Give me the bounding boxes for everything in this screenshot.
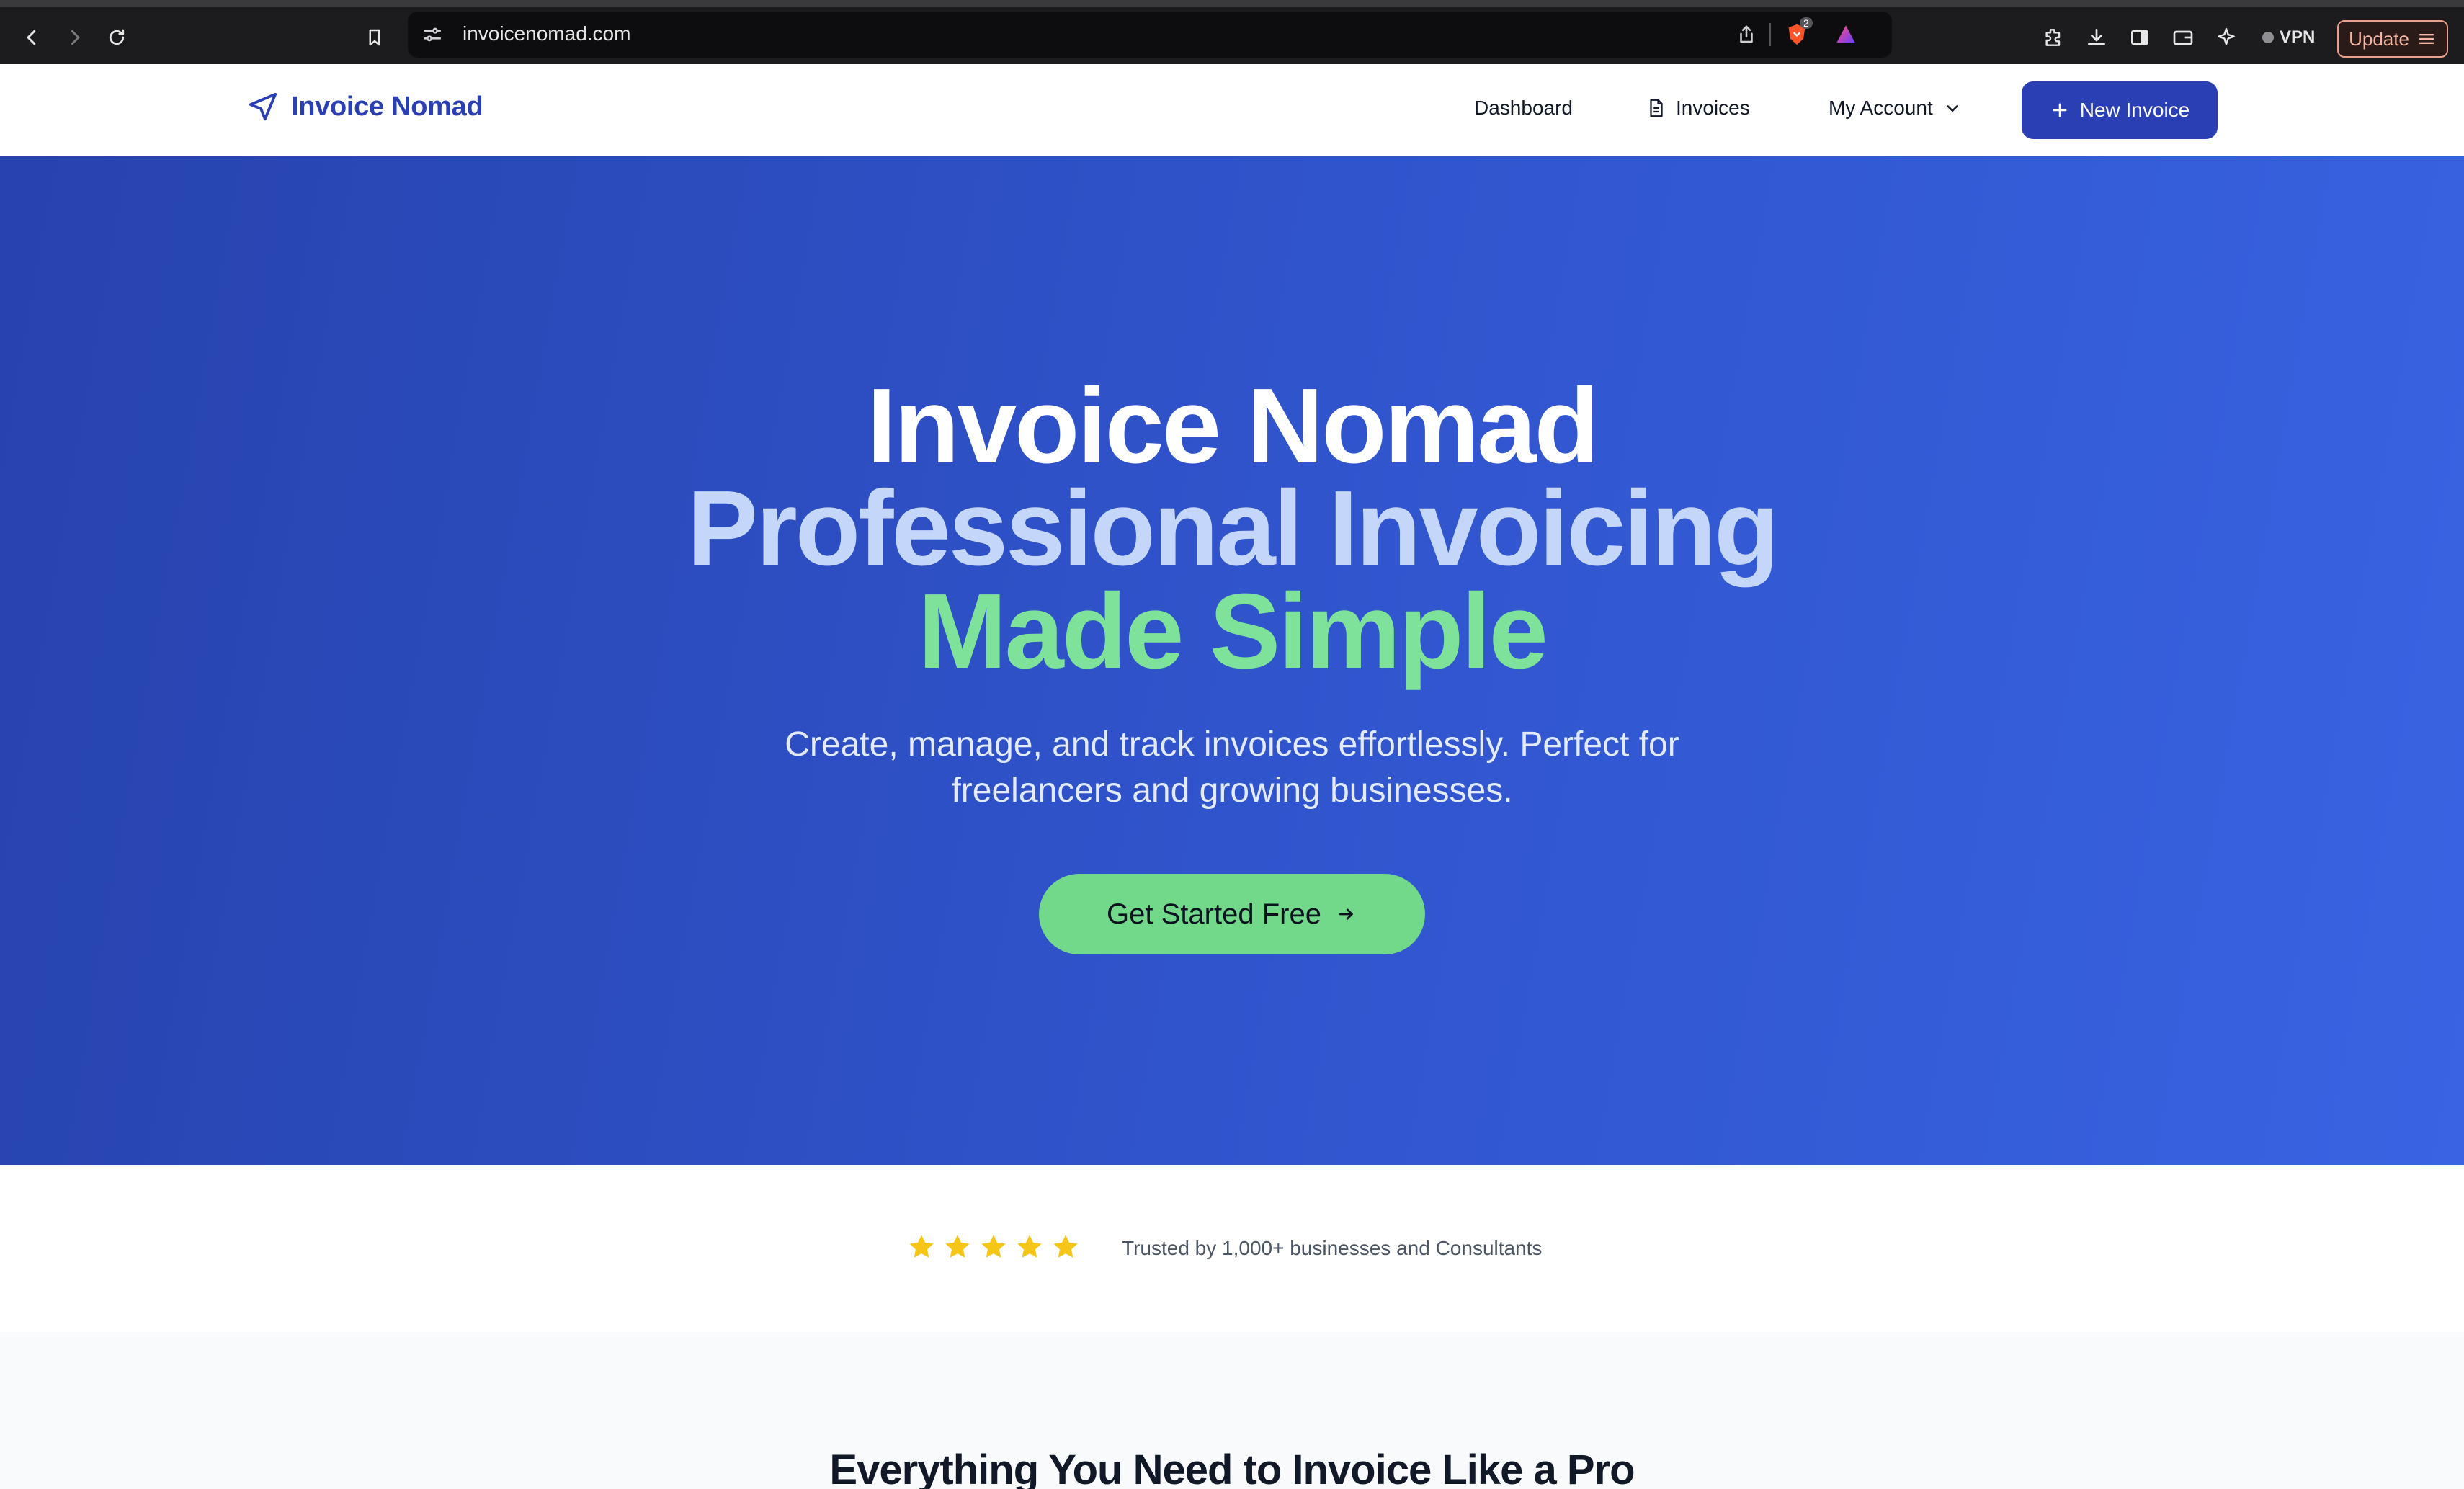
- get-started-label: Get Started Free: [1107, 898, 1321, 930]
- nav-dashboard-label: Dashboard: [1474, 97, 1573, 119]
- brand-logo-link[interactable]: Invoice Nomad: [246, 90, 483, 123]
- forward-button[interactable]: [59, 22, 91, 53]
- url-text: invoicenomad.com: [463, 22, 631, 45]
- update-label: Update: [2349, 27, 2409, 50]
- wallet-icon: [2173, 30, 2193, 45]
- hamburger-menu-icon: [2419, 34, 2434, 44]
- reload-icon: [109, 29, 125, 45]
- reload-button[interactable]: [101, 22, 133, 53]
- new-invoice-label: New Invoice: [2079, 99, 2190, 121]
- chevron-right-icon: [71, 30, 80, 45]
- send-arrow-icon: [249, 92, 277, 121]
- trust-text: Trusted by 1,000+ businesses and Consult…: [1122, 1237, 1543, 1259]
- star-icon: [1017, 1235, 1042, 1258]
- vpn-button[interactable]: VPN: [2255, 23, 2322, 52]
- sidebar-button[interactable]: [2125, 23, 2154, 52]
- site-settings-icon[interactable]: [421, 23, 444, 46]
- vpn-label: VPN: [2280, 27, 2316, 47]
- download-icon: [2088, 29, 2105, 45]
- leo-ai-button[interactable]: [2212, 23, 2241, 52]
- hero-subtitle: Create, manage, and track invoices effor…: [785, 725, 1679, 810]
- features-title: Everything You Need to Invoice Like a Pr…: [829, 1446, 1635, 1489]
- trust-section: Trusted by 1,000+ businesses and Consult…: [0, 1165, 2464, 1332]
- nav-dashboard[interactable]: Dashboard: [1474, 97, 1573, 120]
- bookmark-icon: [369, 29, 380, 46]
- extensions-button[interactable]: [2039, 23, 2068, 52]
- nav-account-label: My Account: [1829, 97, 1933, 119]
- shield-count-badge: 2: [1800, 17, 1813, 29]
- site-header: Invoice Nomad Dashboard Invoices My Acco…: [0, 64, 2464, 157]
- hero-section: Invoice Nomad Professional Invoicing Mad…: [0, 156, 2464, 1165]
- chevron-down-icon: [1947, 105, 1958, 112]
- features-section: Everything You Need to Invoice Like a Pr…: [0, 1332, 2464, 1489]
- sidebar-icon: [2131, 30, 2148, 45]
- nav-invoices[interactable]: Invoices: [1646, 97, 1750, 120]
- rewards-triangle-icon: [1836, 25, 1855, 43]
- sparkle-icon: [2218, 27, 2235, 45]
- downloads-button[interactable]: [2082, 23, 2111, 52]
- star-icon: [1053, 1235, 1078, 1258]
- document-icon: [1650, 99, 1663, 117]
- chevron-left-icon: [27, 30, 36, 45]
- address-bar[interactable]: invoicenomad.com 2: [408, 12, 1892, 58]
- rating-stars: [906, 1232, 1081, 1262]
- nav-my-account-dropdown[interactable]: My Account: [1829, 97, 1963, 120]
- back-button[interactable]: [16, 22, 48, 53]
- nav-invoices-label: Invoices: [1676, 97, 1750, 119]
- browser-toolbar: invoicenomad.com 2 VPN Update: [0, 0, 2464, 64]
- star-icon: [981, 1235, 1006, 1258]
- arrow-right-icon: [1339, 908, 1353, 920]
- puzzle-icon: [2045, 29, 2061, 46]
- share-icon: [1740, 25, 1753, 43]
- separator: [1769, 23, 1771, 46]
- brand-name: Invoice Nomad: [291, 91, 483, 122]
- share-button[interactable]: [1733, 22, 1759, 48]
- vpn-status-dot-icon: [2262, 32, 2274, 43]
- star-icon: [945, 1235, 970, 1258]
- update-button[interactable]: Update: [2337, 20, 2448, 58]
- hero-title-line3: Made Simple: [918, 572, 1548, 691]
- star-icon: [909, 1235, 934, 1258]
- wallet-button[interactable]: [2169, 23, 2197, 52]
- plus-icon: [2053, 103, 2067, 117]
- brave-shields-button[interactable]: 2: [1784, 17, 1813, 48]
- rewards-button[interactable]: [1833, 22, 1859, 48]
- get-started-button[interactable]: Get Started Free: [1039, 874, 1425, 954]
- bookmark-button[interactable]: [359, 22, 390, 53]
- new-invoice-button[interactable]: New Invoice: [2022, 81, 2218, 139]
